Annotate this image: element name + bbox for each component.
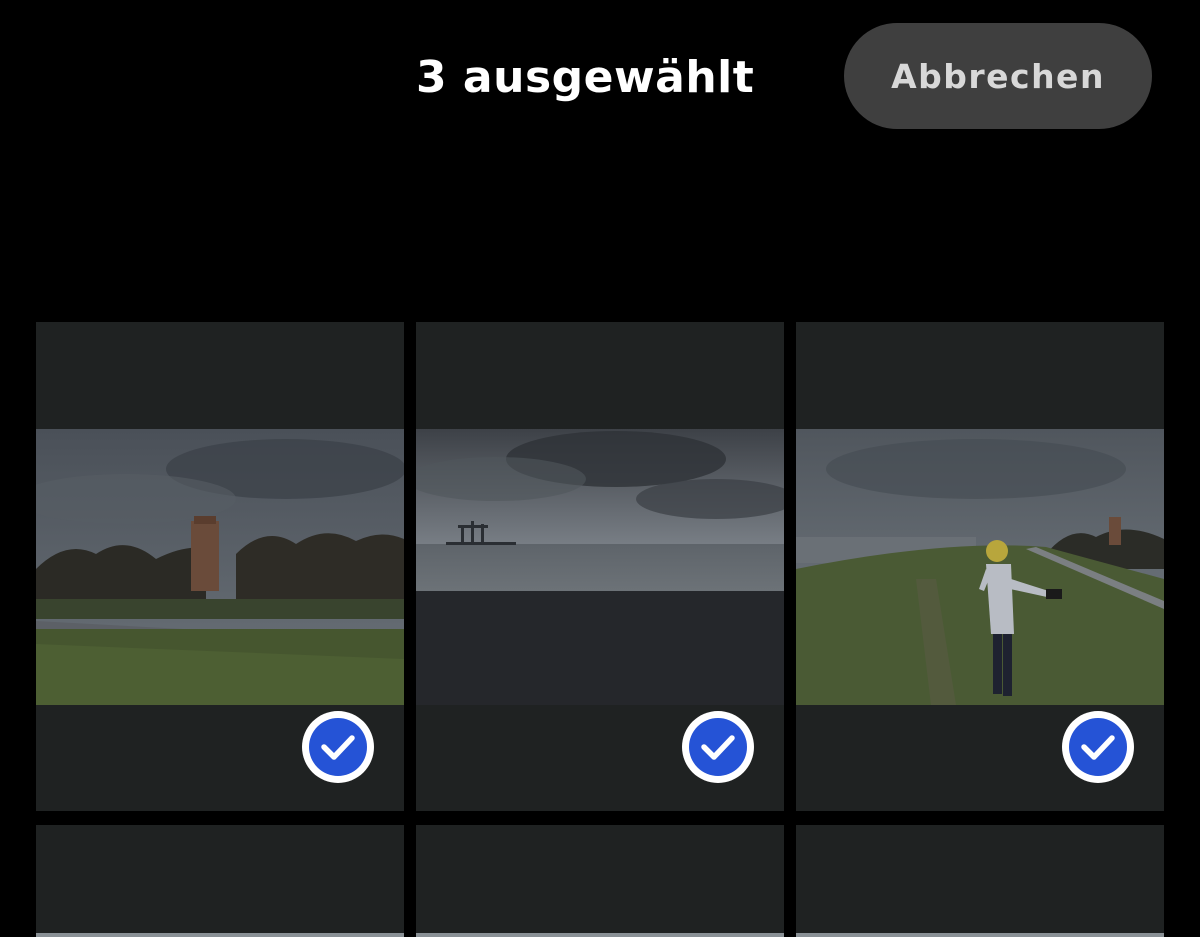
photo-thumbnail [796,429,1164,705]
photo-thumbnail [36,429,404,705]
selected-count-title: 3 ausgewählt [416,52,755,103]
photo-thumbnail [36,933,404,937]
photo-thumbnail [416,429,784,705]
grid-tile-4[interactable] [36,825,404,937]
grid-tile-6[interactable] [796,825,1164,937]
grid-tile-2[interactable] [416,322,784,811]
grid-tile-3[interactable] [796,322,1164,811]
check-circle-icon[interactable] [302,711,374,783]
grid-tile-1[interactable] [36,322,404,811]
check-circle-icon[interactable] [682,711,754,783]
photo-thumbnail [796,933,1164,937]
cancel-button[interactable]: Abbrechen [844,23,1152,129]
photo-picker-screen: 3 ausgewählt Abbrechen [0,0,1200,937]
grid-tile-5[interactable] [416,825,784,937]
check-circle-icon[interactable] [1062,711,1134,783]
photo-thumbnail [416,933,784,937]
